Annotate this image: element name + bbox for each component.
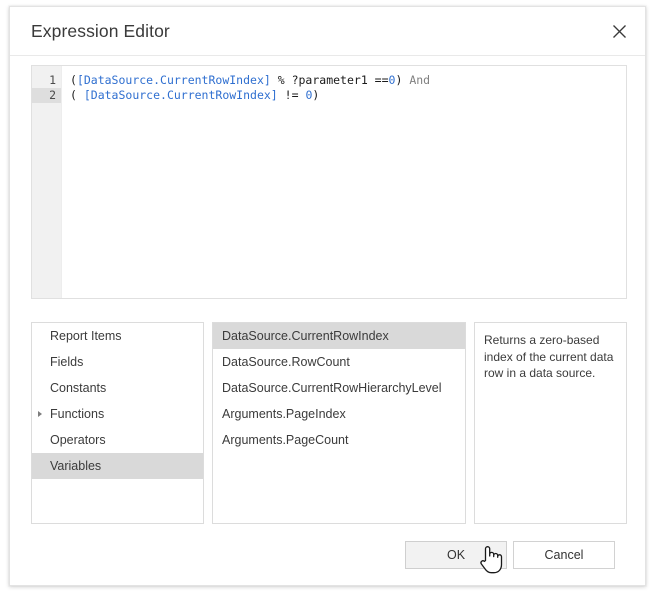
expression-editor-dialog: Expression Editor 12 ([DataSource.Curren… [9, 6, 646, 586]
member-item[interactable]: Arguments.PageIndex [213, 401, 465, 427]
category-item[interactable]: Operators [32, 427, 203, 453]
code-text-area[interactable]: ([DataSource.CurrentRowIndex] % ?paramet… [62, 66, 626, 298]
category-item[interactable]: Constants [32, 375, 203, 401]
dialog-titlebar: Expression Editor [10, 7, 645, 56]
member-item-label: DataSource.CurrentRowIndex [222, 329, 389, 343]
member-list[interactable]: DataSource.CurrentRowIndex DataSource.Row… [212, 322, 466, 524]
member-item[interactable]: DataSource.CurrentRowHierarchyLevel [213, 375, 465, 401]
code-token-plain: ) [312, 88, 320, 102]
member-item-label: Arguments.PageIndex [222, 407, 346, 421]
line-number: 1 [49, 73, 56, 87]
member-item-label: DataSource.CurrentRowHierarchyLevel [222, 381, 442, 395]
category-item-label: Fields [50, 355, 84, 369]
code-line[interactable]: ([DataSource.CurrentRowIndex] % ?paramet… [70, 73, 626, 88]
category-item[interactable]: Functions [32, 401, 203, 427]
member-item-label: DataSource.RowCount [222, 355, 350, 369]
member-item-label: Arguments.PageCount [222, 433, 349, 447]
member-item[interactable]: DataSource.CurrentRowIndex [213, 323, 465, 349]
browser-panels: Report Items Fields Constants Functions Oper… [31, 322, 627, 524]
category-list[interactable]: Report Items Fields Constants Functions Oper… [31, 322, 204, 524]
description-panel: Returns a zero-based index of the curren… [474, 322, 627, 524]
category-item-label: Functions [50, 407, 105, 421]
expression-code-editor[interactable]: 12 ([DataSource.CurrentRowIndex] % ?para… [31, 65, 627, 299]
close-icon [612, 24, 627, 39]
ok-button[interactable]: OK [405, 541, 507, 569]
category-item-label: Variables [50, 459, 102, 473]
category-item[interactable]: Report Items [32, 323, 203, 349]
description-text: Returns a zero-based index of the curren… [484, 333, 614, 380]
code-token-ref: [DataSource.CurrentRowIndex] [83, 88, 278, 102]
category-item-label: Operators [50, 433, 106, 447]
dialog-footer: OK Cancel [10, 535, 647, 587]
code-token-plain: != [277, 88, 306, 102]
line-number-gutter: 12 [32, 66, 62, 298]
code-token-kw: And [402, 73, 431, 87]
line-number: 2 [32, 88, 61, 103]
member-item[interactable]: DataSource.RowCount [213, 349, 465, 375]
code-token-plain: ( [70, 73, 77, 87]
category-item[interactable]: Fields [32, 349, 203, 375]
category-item-label: Constants [50, 381, 107, 395]
dialog-title: Expression Editor [31, 21, 170, 41]
code-line[interactable]: ( [DataSource.CurrentRowIndex] != 0) [70, 88, 626, 103]
code-token-ref: [DataSource.CurrentRowIndex] [76, 73, 271, 87]
code-token-plain: % ?parameter1 == [270, 73, 389, 87]
category-item-label: Report Items [50, 329, 122, 343]
close-button[interactable] [593, 7, 645, 55]
code-token-plain: ( [70, 88, 84, 102]
member-item[interactable]: Arguments.PageCount [213, 427, 465, 453]
cancel-button[interactable]: Cancel [513, 541, 615, 569]
expand-arrow-icon[interactable] [38, 411, 42, 417]
category-item[interactable]: Variables [32, 453, 203, 479]
